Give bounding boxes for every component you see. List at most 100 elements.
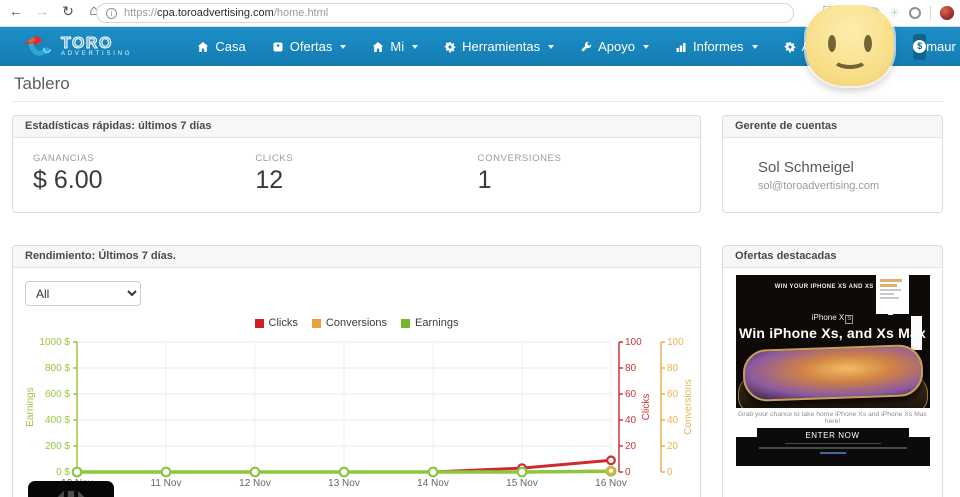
- nav-item-apoyo[interactable]: Apoyo: [567, 27, 662, 66]
- svg-text:Clicks: Clicks: [641, 394, 652, 421]
- extension-ring-icon[interactable]: [909, 7, 921, 19]
- svg-text:Conversions: Conversions: [683, 379, 694, 435]
- watermark-glyph: ◢: [57, 489, 64, 497]
- legend-item-earnings[interactable]: Earnings: [401, 317, 458, 329]
- offer-filter-select[interactable]: All: [25, 281, 141, 306]
- offers-icon: [273, 42, 283, 51]
- bar-chart-icon: [676, 42, 686, 52]
- stat-label: CONVERSIONES: [477, 153, 562, 164]
- legend-item-conversions[interactable]: Conversions: [311, 317, 388, 329]
- nav-label: Casa: [215, 39, 246, 54]
- legend-label: Earnings: [415, 317, 459, 329]
- watermark-overlay: ◢ ▆ ◣: [28, 481, 114, 497]
- nav-item-ofertas[interactable]: Ofertas: [259, 27, 360, 66]
- account-manager-panel: Gerente de cuentas Sol Schmeigel sol@tor…: [722, 115, 943, 213]
- chevron-down-icon: [340, 44, 347, 49]
- account-manager-name: Sol Schmeigel: [758, 159, 854, 176]
- home-icon: [373, 41, 384, 52]
- user-account-menu[interactable]: maur gmail.com: [926, 39, 960, 54]
- fine-print-line: [758, 447, 907, 449]
- nav-label: Herramientas: [462, 39, 541, 54]
- legend-swatch: [401, 318, 411, 328]
- url-scheme: https://: [124, 7, 158, 19]
- nav-label: Apoyo: [598, 39, 635, 54]
- watermark-glyph: ▆: [67, 489, 75, 497]
- nav-menu: Casa Ofertas Mi Herramientas Apoyo Infor…: [184, 27, 871, 66]
- svg-text:16 Nov: 16 Nov: [595, 478, 627, 489]
- stat-label: GANANCIAS: [33, 153, 95, 164]
- stat-value: 1: [477, 166, 492, 194]
- chart-legend: Clicks Conversions Earnings: [13, 317, 700, 329]
- svg-text:100: 100: [625, 337, 642, 348]
- url-domain: cpa.toroadvertising.com: [157, 7, 274, 19]
- browser-profile-avatar[interactable]: [940, 6, 954, 20]
- svg-text:40: 40: [667, 415, 679, 426]
- svg-text:1000 $: 1000 $: [39, 337, 70, 348]
- svg-text:40: 40: [625, 415, 637, 426]
- svg-text:20: 20: [625, 441, 637, 452]
- performance-chart: 0 $ 200 $ 400 $ 600 $ 800 $ 1000 $ Earnings 0 20…: [13, 330, 700, 497]
- app-screen: ← → ↻ ⌂ i https://cpa.toroadvertising.co…: [0, 0, 960, 497]
- user-email-prefix: maur: [926, 39, 956, 54]
- quick-stats-header: Estadísticas rápidas: últimos 7 días: [13, 116, 700, 138]
- svg-text:400 $: 400 $: [45, 415, 70, 426]
- legend-item-clicks[interactable]: Clicks: [254, 317, 298, 329]
- legend-label: Conversions: [325, 317, 388, 329]
- svg-text:11 Nov: 11 Nov: [151, 478, 182, 489]
- gear-icon: [784, 41, 795, 53]
- browser-back-icon[interactable]: ←: [6, 3, 26, 19]
- address-bar[interactable]: i https://cpa.toroadvertising.com/home.h…: [96, 3, 794, 23]
- bull-icon: [25, 35, 52, 56]
- iphone-front-graphic: [741, 343, 924, 403]
- stat-value: $ 6.00: [33, 166, 103, 194]
- account-manager-email: sol@toroadvertising.com: [758, 180, 880, 192]
- title-divider: [12, 101, 944, 102]
- ad-phone-edge-graphic: [910, 316, 922, 350]
- stat-value: 12: [255, 166, 284, 194]
- xs-badge: S: [845, 315, 854, 324]
- chevron-down-icon: [642, 44, 649, 49]
- logo-subtitle: ADVERTISING: [61, 51, 133, 57]
- chevron-down-icon: [548, 44, 555, 49]
- stat-clicks: CLICKS 12: [255, 153, 477, 195]
- sticker-eye: [864, 35, 872, 52]
- nav-item-casa[interactable]: Casa: [184, 27, 258, 66]
- fine-print-link: [819, 452, 846, 454]
- nav-label: Ofertas: [289, 39, 333, 54]
- logo-title: TORO: [60, 35, 113, 52]
- performance-panel: Rendimiento: Últimos 7 días. All Clicks …: [12, 245, 701, 497]
- account-manager-header: Gerente de cuentas: [723, 116, 942, 138]
- offer-ad-banner[interactable]: WIN YOUR IPHONE XS AND XS MAX iPhone XS …: [735, 275, 930, 466]
- stat-ganancias: GANANCIAS $ 6.00: [33, 153, 255, 195]
- browser-refresh-icon[interactable]: ↻: [58, 3, 78, 20]
- sticker-smile: [832, 49, 868, 69]
- nav-item-herramientas[interactable]: Herramientas: [431, 27, 567, 66]
- nav-label: Mi: [390, 39, 405, 54]
- enter-now-button[interactable]: ENTER NOW: [756, 428, 909, 443]
- wrench-icon: [581, 41, 592, 52]
- ad-mini-card-graphic: [875, 275, 909, 314]
- page-info-icon[interactable]: i: [106, 7, 117, 19]
- svg-text:0: 0: [625, 467, 631, 478]
- svg-text:20: 20: [667, 441, 679, 452]
- svg-text:200 $: 200 $: [45, 441, 70, 452]
- quick-stats-panel: Estadísticas rápidas: últimos 7 días GAN…: [12, 115, 701, 213]
- nav-item-mi[interactable]: Mi: [359, 27, 431, 66]
- sticker-eye: [828, 35, 836, 52]
- svg-text:15 Nov: 15 Nov: [506, 478, 538, 489]
- svg-text:12 Nov: 12 Nov: [239, 478, 271, 489]
- legend-label: Clicks: [268, 317, 298, 329]
- svg-text:100: 100: [667, 337, 684, 348]
- svg-text:800 $: 800 $: [45, 363, 70, 374]
- svg-text:80: 80: [667, 363, 679, 374]
- balance-button[interactable]: $: [913, 33, 927, 60]
- toro-logo[interactable]: TORO ADVERTISING: [24, 34, 132, 60]
- browser-forward-icon[interactable]: →: [32, 3, 52, 19]
- url-path: /home.html: [273, 7, 329, 19]
- nav-label: Informes: [692, 39, 744, 54]
- ad-white-square: [887, 310, 893, 315]
- snowflake-extension-icon[interactable]: ✳: [889, 5, 900, 21]
- featured-offers-header: Ofertas destacadas: [723, 246, 942, 268]
- nav-item-informes[interactable]: Informes: [662, 27, 771, 66]
- ad-product-label: iPhone XS: [811, 313, 854, 324]
